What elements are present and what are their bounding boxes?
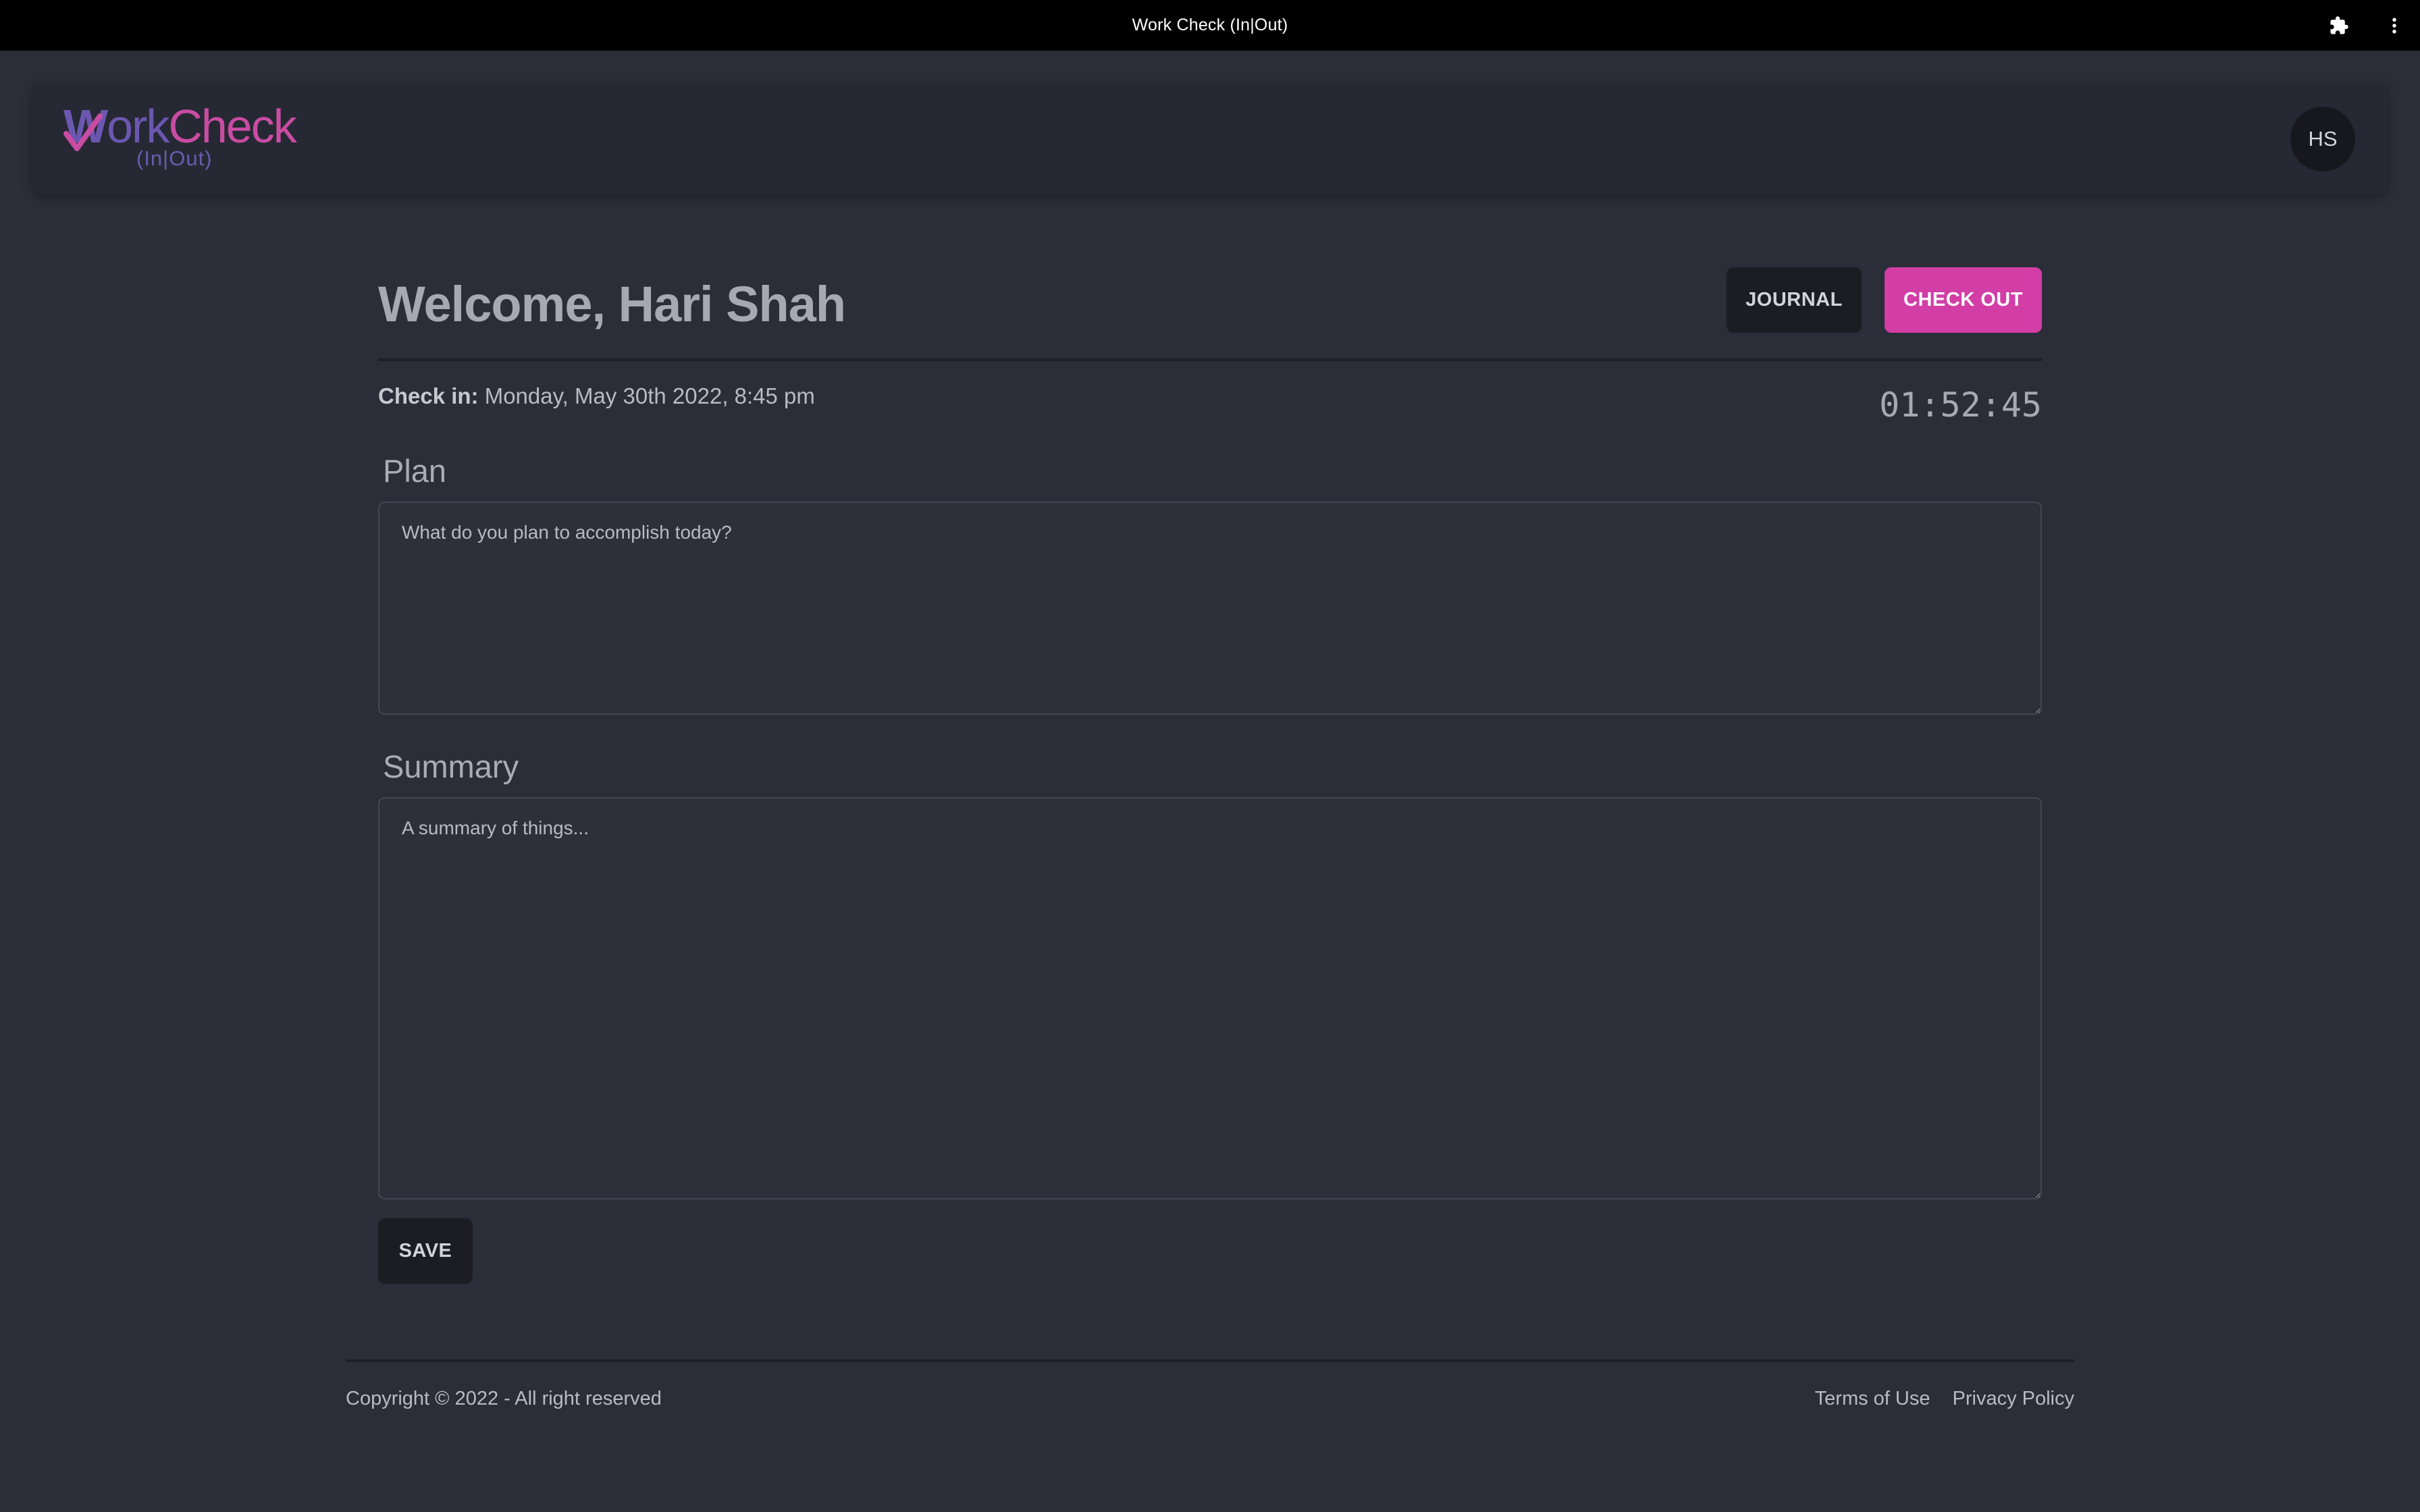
check-out-button[interactable]: CHECK OUT (1885, 267, 2042, 333)
avatar[interactable]: HS (2290, 107, 2355, 171)
window-title: Work Check (In|Out) (1132, 16, 1288, 34)
checkin-row: Check in: Monday, May 30th 2022, 8:45 pm… (378, 361, 2042, 449)
save-button[interactable]: SAVE (378, 1218, 473, 1284)
main-content: Welcome, Hari Shah JOURNAL CHECK OUT Che… (378, 256, 2042, 1284)
plan-label: Plan (383, 453, 447, 489)
summary-label: Summary (383, 749, 519, 784)
more-vertical-icon[interactable] (2381, 12, 2408, 39)
plan-textarea[interactable] (378, 502, 2042, 715)
app-header: WorkCheck (In|Out) HS (32, 83, 2388, 194)
journal-button[interactable]: JOURNAL (1727, 267, 1862, 333)
terms-of-use-link[interactable]: Terms of Use (1815, 1388, 1930, 1410)
footer-links: Terms of Use Privacy Policy (1815, 1388, 2074, 1410)
copyright-text: Copyright © 2022 - All right reserved (346, 1388, 662, 1409)
checkmark-icon (63, 113, 103, 151)
welcome-row: Welcome, Hari Shah JOURNAL CHECK OUT (378, 256, 2042, 361)
window-actions (2325, 0, 2408, 51)
elapsed-timer: 01:52:45 (1879, 385, 2042, 425)
summary-textarea[interactable] (378, 797, 2042, 1199)
window-titlebar: Work Check (In|Out) (0, 0, 2420, 51)
page-title: Welcome, Hari Shah (378, 276, 846, 332)
logo-subtitle: (In|Out) (136, 146, 213, 170)
logo[interactable]: WorkCheck (In|Out) (63, 101, 297, 176)
checkin-value: Monday, May 30th 2022, 8:45 pm (484, 383, 815, 408)
privacy-policy-link[interactable]: Privacy Policy (1953, 1388, 2075, 1410)
checkin-label: Check in: (378, 383, 479, 408)
checkin-info: Check in: Monday, May 30th 2022, 8:45 pm (378, 383, 815, 409)
puzzle-icon[interactable] (2325, 12, 2352, 39)
footer: Copyright © 2022 - All right reserved Te… (346, 1359, 2074, 1434)
